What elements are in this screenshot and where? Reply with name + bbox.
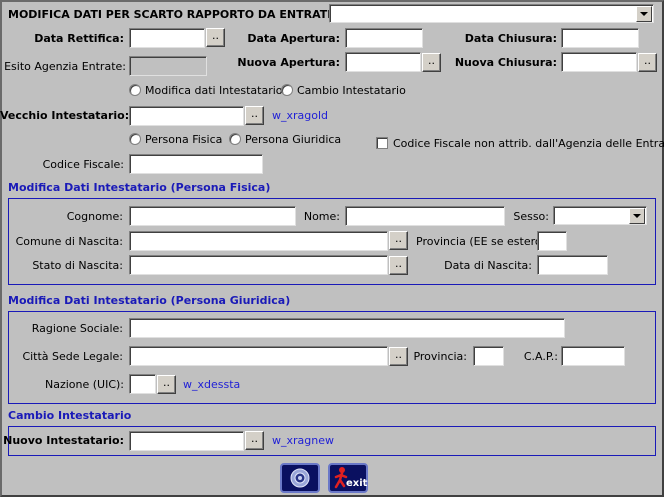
esito-agenzia-label: Esito Agenzia Entrate: xyxy=(4,60,126,73)
persona-fisica-label: Persona Fisica xyxy=(145,133,223,146)
nuova-chiusura-lookup-button[interactable]: .. xyxy=(638,53,657,72)
nazione-label: Nazione (UIC): xyxy=(44,378,124,391)
gear-icon xyxy=(290,468,310,488)
modifica-dati-label: Modifica dati Intestatario xyxy=(145,84,283,97)
cambio-intestatario-radio[interactable] xyxy=(281,84,293,96)
esito-agenzia-field xyxy=(129,56,207,76)
nuovo-intestatario-field[interactable] xyxy=(129,431,244,451)
codice-fiscale-field[interactable] xyxy=(129,154,263,174)
modifica-dati-radio[interactable] xyxy=(129,84,141,96)
nazione-lookup-button[interactable]: .. xyxy=(157,375,176,394)
nome-field[interactable] xyxy=(345,206,505,226)
pg-section-title: Modifica Dati Intestatario (Persona Giur… xyxy=(8,294,291,307)
data-rettifica-field[interactable] xyxy=(129,28,205,48)
data-rettifica-lookup-button[interactable]: .. xyxy=(206,28,225,47)
nuova-apertura-field[interactable] xyxy=(345,52,421,72)
nuova-chiusura-field[interactable] xyxy=(561,52,637,72)
provincia-nascita-label: Provincia (EE se estero) xyxy=(416,235,546,248)
pf-section-title: Modifica Dati Intestatario (Persona Fisi… xyxy=(8,181,271,194)
data-apertura-field[interactable] xyxy=(345,28,423,48)
nuova-chiusura-label: Nuova Chiusura: xyxy=(454,56,557,69)
vecchio-intestatario-label: Vecchio Intestatario: xyxy=(0,109,130,122)
persona-giuridica-label: Persona Giuridica xyxy=(245,133,342,146)
confirm-button[interactable] xyxy=(280,463,320,493)
ragione-sociale-label: Ragione Sociale: xyxy=(31,322,123,335)
nazione-link[interactable]: w_xdessta xyxy=(183,378,240,392)
cf-non-attribuito-label: Codice Fiscale non attrib. dall'Agenzia … xyxy=(393,137,664,150)
comune-nascita-field[interactable] xyxy=(129,231,388,251)
provincia-pg-field[interactable] xyxy=(473,346,504,366)
vecchio-intestatario-field[interactable] xyxy=(129,106,244,126)
nuova-apertura-lookup-button[interactable]: .. xyxy=(422,53,441,72)
nome-label: Nome: xyxy=(303,210,340,223)
data-rettifica-label: Data Rettifica: xyxy=(34,32,124,45)
sesso-select[interactable] xyxy=(553,206,647,225)
nuovo-intestatario-link[interactable]: w_xragnew xyxy=(272,434,334,448)
stato-nascita-label: Stato di Nascita: xyxy=(32,259,123,272)
vecchio-intestatario-link[interactable]: w_xragold xyxy=(272,109,328,123)
exit-button[interactable]: exit xyxy=(328,463,368,493)
vecchio-intestatario-lookup-button[interactable]: .. xyxy=(245,106,264,125)
citta-sede-lookup-button[interactable]: .. xyxy=(389,347,408,366)
exit-label: exit xyxy=(346,478,368,489)
codice-fiscale-label: Codice Fiscale: xyxy=(42,158,124,171)
cambio-intestatario-label: Cambio Intestatario xyxy=(297,84,406,97)
data-chiusura-label: Data Chiusura: xyxy=(464,32,557,45)
provincia-pg-label: Provincia: xyxy=(413,350,467,363)
citta-sede-field[interactable] xyxy=(129,346,388,366)
comune-nascita-lookup-button[interactable]: .. xyxy=(389,231,408,250)
cognome-field[interactable] xyxy=(129,206,296,226)
cap-label: C.A.P.: xyxy=(523,350,558,363)
comune-nascita-label: Comune di Nascita: xyxy=(15,235,123,248)
sesso-label: Sesso: xyxy=(513,210,549,223)
ragione-sociale-field[interactable] xyxy=(129,318,565,338)
stato-nascita-lookup-button[interactable]: .. xyxy=(389,256,408,275)
stato-nascita-field[interactable] xyxy=(129,255,388,275)
cambio-section-title: Cambio Intestatario xyxy=(8,409,132,422)
data-apertura-label: Data Apertura: xyxy=(247,32,340,45)
data-nascita-field[interactable] xyxy=(537,255,608,275)
scarto-question-label: MODIFICA DATI PER SCARTO RAPPORTO DA ENT… xyxy=(8,8,352,21)
data-chiusura-field[interactable] xyxy=(561,28,639,48)
cognome-label: Cognome: xyxy=(66,210,123,223)
data-nascita-label: Data di Nascita: xyxy=(444,259,532,272)
persona-giuridica-radio[interactable] xyxy=(229,133,241,145)
citta-sede-label: Città Sede Legale: xyxy=(22,350,123,363)
nazione-field[interactable] xyxy=(129,374,156,394)
cf-non-attribuito-checkbox[interactable] xyxy=(376,137,388,149)
persona-fisica-radio[interactable] xyxy=(129,133,141,145)
chevron-down-icon[interactable] xyxy=(629,208,645,224)
provincia-nascita-field[interactable] xyxy=(537,231,567,251)
nuovo-intestatario-label: Nuovo Intestatario: xyxy=(3,434,124,447)
cap-field[interactable] xyxy=(561,346,625,366)
chevron-down-icon[interactable] xyxy=(636,6,652,22)
scarto-select[interactable] xyxy=(329,4,654,23)
nuova-apertura-label: Nuova Apertura: xyxy=(237,56,340,69)
nuovo-intestatario-lookup-button[interactable]: .. xyxy=(245,431,264,450)
